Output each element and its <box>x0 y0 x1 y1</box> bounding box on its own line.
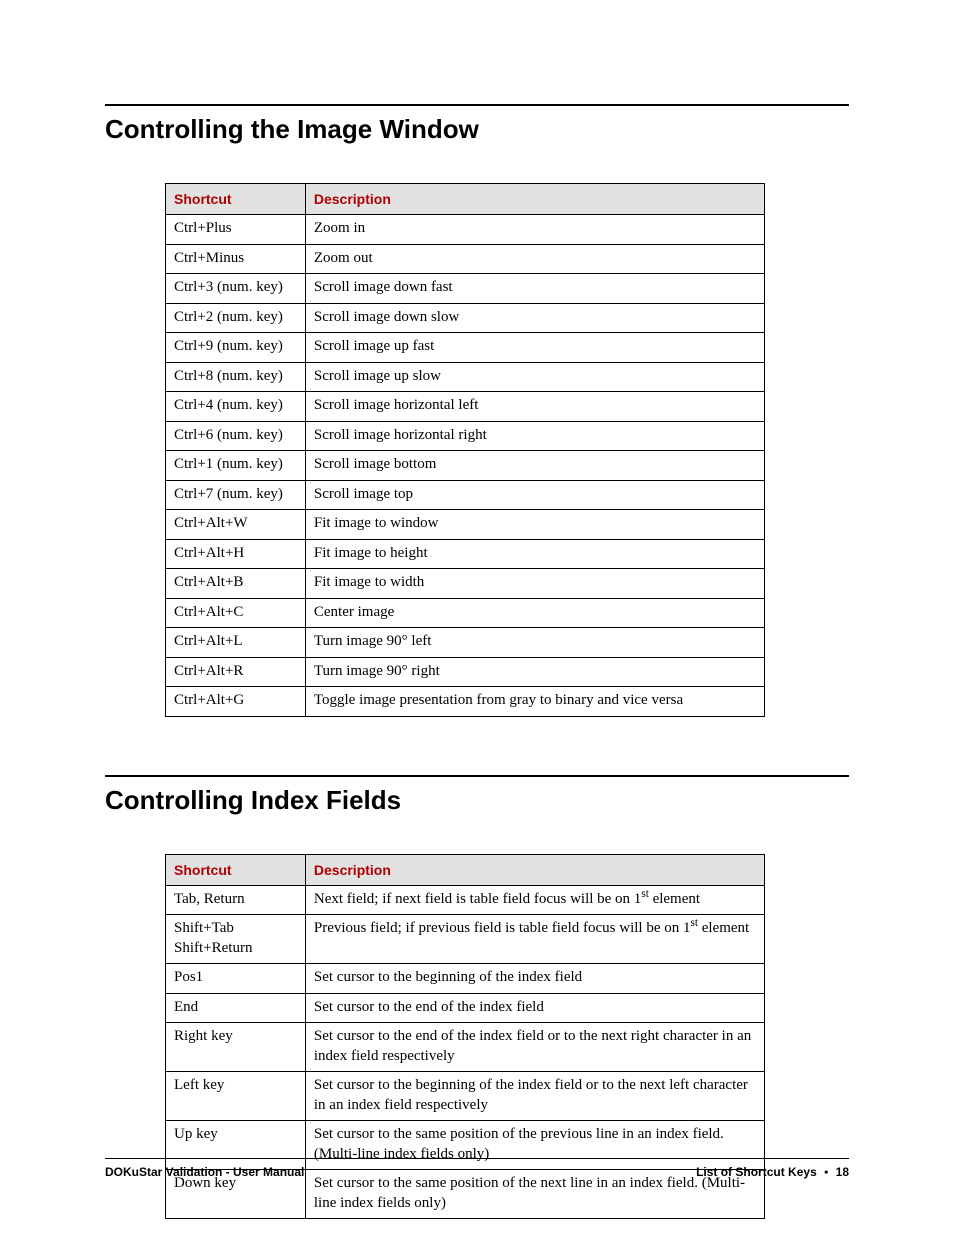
col-header-shortcut: Shortcut <box>166 854 306 885</box>
table-row: Right keySet cursor to the end of the in… <box>166 1023 765 1072</box>
table-row: Ctrl+MinusZoom out <box>166 244 765 274</box>
shortcut-cell: Ctrl+8 (num. key) <box>166 362 306 392</box>
table-row: Ctrl+Alt+GToggle image presentation from… <box>166 687 765 717</box>
shortcut-cell: Ctrl+7 (num. key) <box>166 480 306 510</box>
footer-left: DOKuStar Validation - User Manual <box>105 1165 304 1180</box>
table-row: Shift+TabShift+ReturnPrevious field; if … <box>166 915 765 964</box>
table-row: Ctrl+Alt+LTurn image 90° left <box>166 628 765 658</box>
table-image-window-shortcuts: Shortcut Description Ctrl+PlusZoom inCtr… <box>165 183 765 717</box>
shortcut-cell: Ctrl+Alt+R <box>166 657 306 687</box>
description-cell: Set cursor to the beginning of the index… <box>305 1072 764 1121</box>
shortcut-cell: End <box>166 993 306 1023</box>
table-row: Ctrl+Alt+BFit image to width <box>166 569 765 599</box>
shortcut-cell: Left key <box>166 1072 306 1121</box>
shortcut-cell: Ctrl+4 (num. key) <box>166 392 306 422</box>
table-row: Ctrl+9 (num. key)Scroll image up fast <box>166 333 765 363</box>
shortcut-cell: Ctrl+Plus <box>166 215 306 245</box>
table-row: Tab, ReturnNext field; if next field is … <box>166 885 765 915</box>
description-cell: Scroll image top <box>305 480 764 510</box>
table-row: Ctrl+Alt+CCenter image <box>166 598 765 628</box>
description-cell: Fit image to height <box>305 539 764 569</box>
shortcut-cell: Ctrl+Minus <box>166 244 306 274</box>
table-row: EndSet cursor to the end of the index fi… <box>166 993 765 1023</box>
description-cell: Set cursor to the beginning of the index… <box>305 964 764 994</box>
description-cell: Set cursor to the end of the index field <box>305 993 764 1023</box>
description-cell: Scroll image up slow <box>305 362 764 392</box>
description-cell: Set cursor to the end of the index field… <box>305 1023 764 1072</box>
col-header-shortcut: Shortcut <box>166 184 306 215</box>
description-cell: Scroll image up fast <box>305 333 764 363</box>
shortcut-cell: Ctrl+Alt+G <box>166 687 306 717</box>
shortcut-cell: Ctrl+Alt+W <box>166 510 306 540</box>
table-row: Ctrl+7 (num. key)Scroll image top <box>166 480 765 510</box>
description-cell: Fit image to window <box>305 510 764 540</box>
section-heading-image-window: Controlling the Image Window <box>105 104 849 145</box>
shortcut-cell: Pos1 <box>166 964 306 994</box>
table-row: Ctrl+4 (num. key)Scroll image horizontal… <box>166 392 765 422</box>
description-cell: Zoom in <box>305 215 764 245</box>
page-footer: DOKuStar Validation - User Manual List o… <box>105 1158 849 1180</box>
description-cell: Scroll image bottom <box>305 451 764 481</box>
section-heading-index-fields: Controlling Index Fields <box>105 775 849 816</box>
description-cell: Zoom out <box>305 244 764 274</box>
description-cell: Scroll image horizontal left <box>305 392 764 422</box>
shortcut-cell: Ctrl+Alt+H <box>166 539 306 569</box>
table-row: Ctrl+Alt+WFit image to window <box>166 510 765 540</box>
table-row: Left keySet cursor to the beginning of t… <box>166 1072 765 1121</box>
table-row: Ctrl+1 (num. key)Scroll image bottom <box>166 451 765 481</box>
col-header-description: Description <box>305 184 764 215</box>
description-cell: Toggle image presentation from gray to b… <box>305 687 764 717</box>
description-cell: Scroll image down slow <box>305 303 764 333</box>
shortcut-cell: Ctrl+Alt+C <box>166 598 306 628</box>
table-row: Ctrl+PlusZoom in <box>166 215 765 245</box>
shortcut-cell: Ctrl+Alt+B <box>166 569 306 599</box>
description-cell: Fit image to width <box>305 569 764 599</box>
shortcut-cell: Ctrl+6 (num. key) <box>166 421 306 451</box>
shortcut-cell: Ctrl+1 (num. key) <box>166 451 306 481</box>
table-row: Ctrl+6 (num. key)Scroll image horizontal… <box>166 421 765 451</box>
shortcut-cell: Ctrl+2 (num. key) <box>166 303 306 333</box>
shortcut-cell: Shift+TabShift+Return <box>166 915 306 964</box>
table-row: Ctrl+3 (num. key)Scroll image down fast <box>166 274 765 304</box>
table-row: Ctrl+Alt+RTurn image 90° right <box>166 657 765 687</box>
description-cell: Previous field; if previous field is tab… <box>305 915 764 964</box>
shortcut-cell: Right key <box>166 1023 306 1072</box>
shortcut-cell: Tab, Return <box>166 885 306 915</box>
description-cell: Scroll image down fast <box>305 274 764 304</box>
table-row: Ctrl+Alt+HFit image to height <box>166 539 765 569</box>
description-cell: Scroll image horizontal right <box>305 421 764 451</box>
table-row: Pos1Set cursor to the beginning of the i… <box>166 964 765 994</box>
description-cell: Next field; if next field is table field… <box>305 885 764 915</box>
footer-right: List of Shortcut Keys • 18 <box>696 1165 849 1180</box>
shortcut-cell: Ctrl+3 (num. key) <box>166 274 306 304</box>
col-header-description: Description <box>305 854 764 885</box>
shortcut-cell: Ctrl+9 (num. key) <box>166 333 306 363</box>
description-cell: Turn image 90° right <box>305 657 764 687</box>
table-row: Ctrl+2 (num. key)Scroll image down slow <box>166 303 765 333</box>
description-cell: Center image <box>305 598 764 628</box>
table-row: Ctrl+8 (num. key)Scroll image up slow <box>166 362 765 392</box>
shortcut-cell: Ctrl+Alt+L <box>166 628 306 658</box>
description-cell: Turn image 90° left <box>305 628 764 658</box>
